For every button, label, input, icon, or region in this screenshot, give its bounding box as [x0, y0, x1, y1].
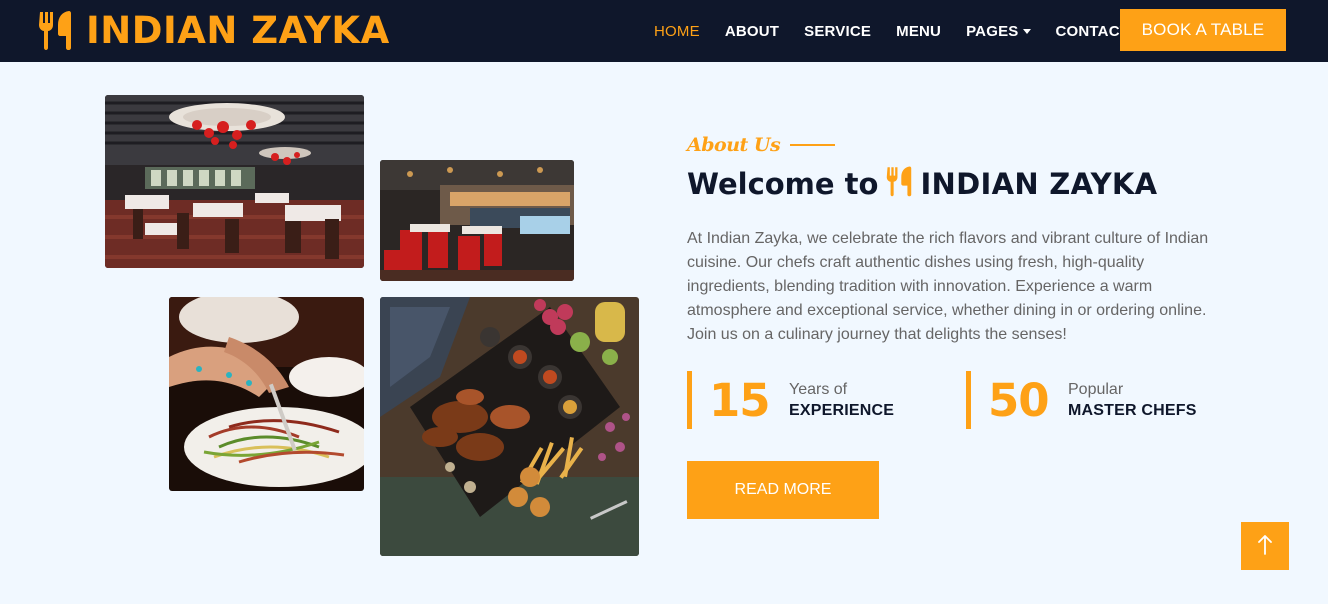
book-table-button[interactable]: BOOK A TABLE: [1120, 9, 1286, 51]
brand-name: INDIAN ZAYKA: [86, 8, 390, 52]
welcome-heading: Welcome to INDIAN ZAYKA: [687, 164, 1157, 204]
utensils-icon: [886, 165, 912, 204]
stat-number: 50: [988, 373, 1050, 427]
stat-title: MASTER CHEFS: [1068, 401, 1197, 419]
navbar: INDIAN ZAYKA HOME ABOUT SERVICE MENU PAG…: [0, 0, 1328, 62]
heading-brand: INDIAN ZAYKA: [920, 167, 1158, 201]
about-us-text: About Us: [687, 134, 781, 156]
stat-caption: Popular: [1068, 380, 1124, 398]
utensils-icon: [38, 10, 72, 50]
restaurant-interior-photo: [105, 95, 364, 268]
read-more-button[interactable]: READ MORE: [687, 461, 879, 519]
caret-down-icon: [1022, 29, 1031, 34]
stat-caption: Years of: [789, 380, 848, 398]
label-divider: [790, 144, 836, 146]
nav-contact[interactable]: CONTACT: [1056, 23, 1130, 40]
about-us-label: About Us: [687, 130, 836, 160]
nav-about[interactable]: ABOUT: [725, 23, 779, 40]
nav-menu[interactable]: MENU: [896, 23, 941, 40]
salad-dish-photo: [169, 297, 364, 491]
heading-prefix: Welcome to: [687, 167, 879, 201]
nav-home[interactable]: HOME: [654, 23, 700, 40]
nav-pages-label: PAGES: [966, 22, 1019, 40]
nav-service[interactable]: SERVICE: [804, 23, 871, 40]
stat-number: 15: [709, 373, 771, 427]
about-paragraph: At Indian Zayka, we celebrate the rich f…: [687, 230, 1209, 343]
grill-platter-photo: [380, 297, 639, 556]
stat-experience: 15 Years of EXPERIENCE: [687, 371, 947, 429]
nav-links: HOME ABOUT SERVICE MENU PAGES CONTACT: [654, 0, 1154, 62]
stat-chefs: 50 Popular MASTER CHEFS: [966, 371, 1226, 429]
stat-title: EXPERIENCE: [789, 401, 895, 419]
brand-logo[interactable]: INDIAN ZAYKA: [38, 8, 390, 52]
back-to-top-button[interactable]: [1241, 522, 1289, 570]
nav-pages-dropdown[interactable]: PAGES: [966, 22, 1031, 40]
dining-hall-photo: [380, 160, 574, 281]
arrow-up-icon: [1256, 534, 1274, 559]
